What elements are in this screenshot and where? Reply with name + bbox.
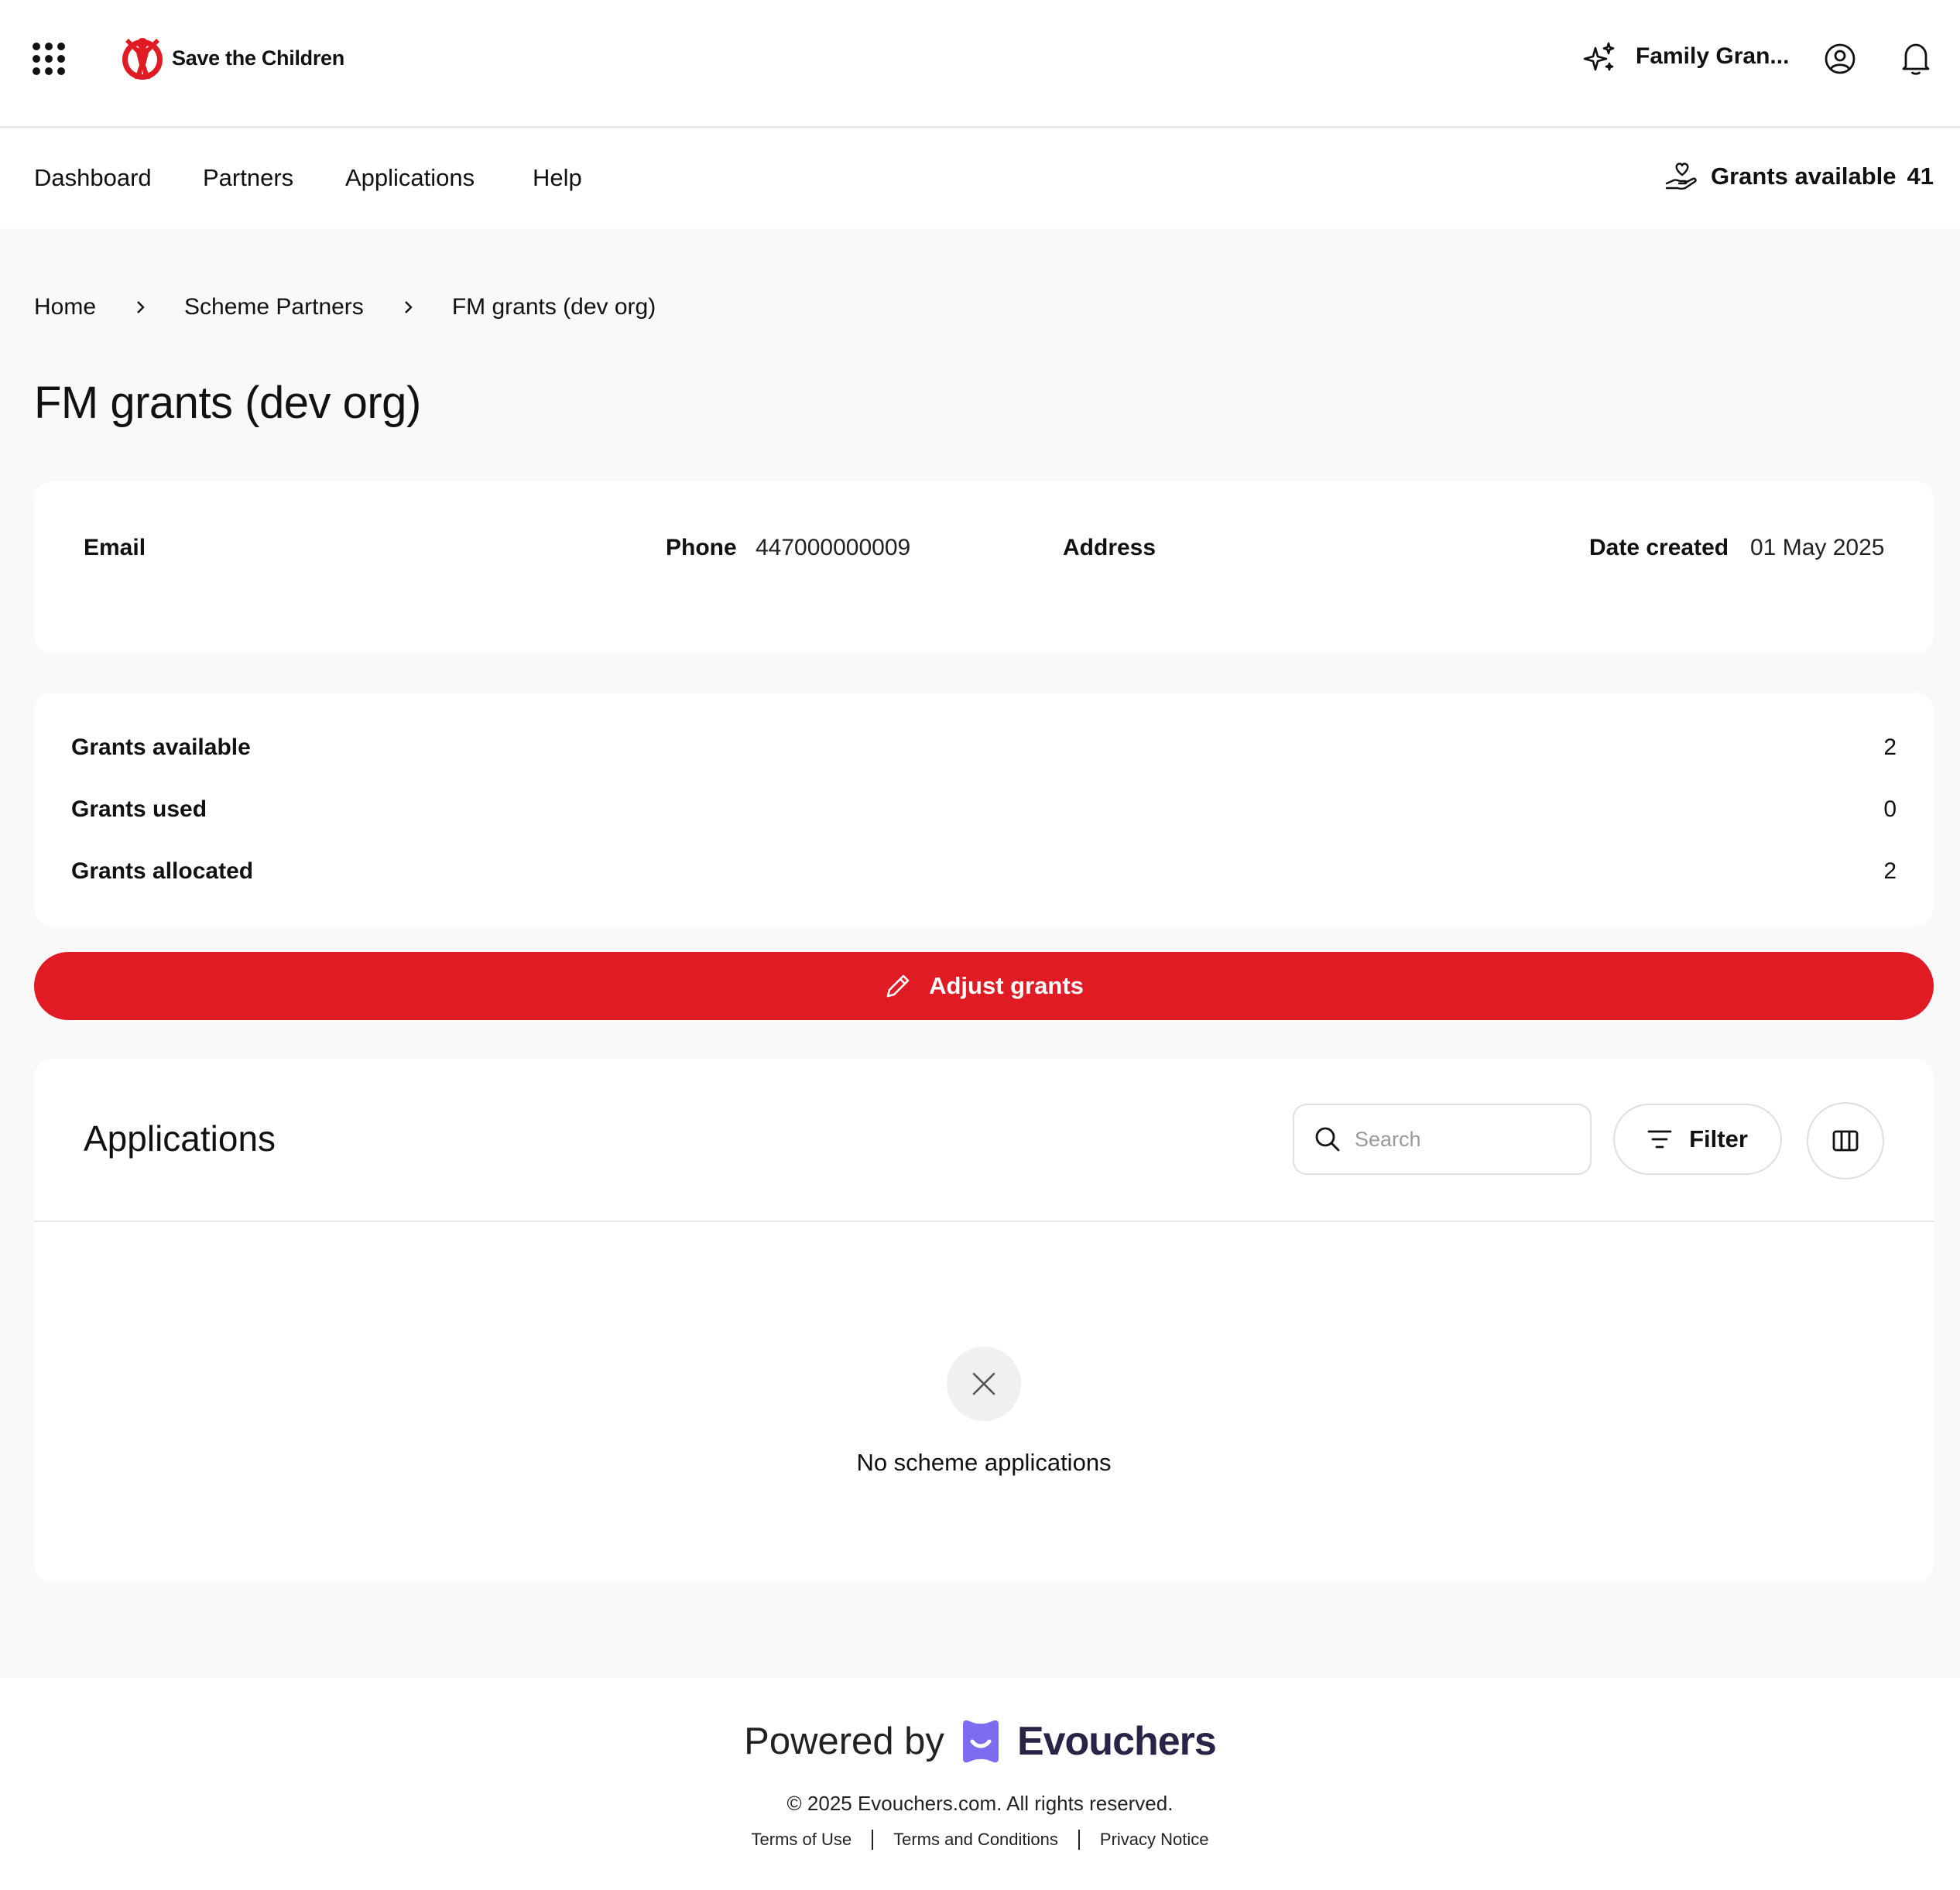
- phone-value: 447000000009: [756, 535, 911, 560]
- empty-state-text: No scheme applications: [856, 1449, 1112, 1476]
- columns-toggle-button[interactable]: [1807, 1102, 1884, 1180]
- close-icon: [972, 1372, 995, 1395]
- stat-row: Grants used 0: [71, 793, 1897, 827]
- filter-button[interactable]: Filter: [1613, 1104, 1782, 1175]
- breadcrumb-home[interactable]: Home: [34, 294, 96, 320]
- stat-row: Grants allocated 2: [71, 854, 1897, 889]
- phone-label: Phone: [666, 535, 737, 560]
- grants-available-summary: Grants available 41: [1664, 160, 1934, 193]
- divider: [34, 1221, 1934, 1222]
- powered-by: Powered by Evouchers: [0, 1718, 1960, 1765]
- copyright: © 2025 Evouchers.com. All rights reserve…: [786, 1792, 1174, 1815]
- page-title: FM grants (dev org): [34, 378, 421, 428]
- main-nav: Dashboard Partners Applications Help Gra…: [0, 129, 1960, 228]
- terms-and-conditions-link[interactable]: Terms and Conditions: [893, 1830, 1058, 1850]
- grants-available-label: Grants available: [1711, 163, 1897, 190]
- save-the-children-logo[interactable]: Save the Children: [119, 34, 344, 82]
- top-bar: Save the Children Family Gran...: [0, 0, 1960, 128]
- privacy-notice-link[interactable]: Privacy Notice: [1100, 1830, 1209, 1850]
- columns-icon: [1832, 1130, 1859, 1152]
- partner-info-card: Email Phone 447000000009 Address Date cr…: [34, 481, 1934, 653]
- breadcrumb-scheme-partners[interactable]: Scheme Partners: [184, 294, 364, 320]
- organization-switcher[interactable]: Family Gran...: [1636, 43, 1789, 70]
- breadcrumb: Home Scheme Partners FM grants (dev org): [34, 294, 656, 320]
- bell-icon[interactable]: [1900, 41, 1932, 77]
- grants-stats-card: Grants available 2 Grants used 0 Grants …: [34, 693, 1934, 926]
- empty-state-icon: [947, 1347, 1021, 1421]
- logo-text: Save the Children: [172, 46, 344, 70]
- divider: [872, 1830, 874, 1850]
- adjust-grants-button[interactable]: Adjust grants: [34, 952, 1934, 1020]
- chevron-right-icon: [137, 301, 145, 313]
- filter-icon: [1647, 1130, 1672, 1149]
- filter-label: Filter: [1689, 1125, 1748, 1152]
- evouchers-brand[interactable]: Evouchers: [1017, 1718, 1217, 1765]
- stat-label: Grants used: [71, 796, 207, 822]
- search-box[interactable]: [1293, 1104, 1592, 1175]
- user-icon[interactable]: [1824, 43, 1856, 75]
- powered-by-label: Powered by: [744, 1721, 944, 1762]
- evouchers-logo-icon: [962, 1720, 999, 1763]
- applications-title: Applications: [84, 1118, 276, 1159]
- stat-row: Grants available 2: [71, 731, 1897, 765]
- address-label: Address: [1063, 535, 1156, 560]
- stat-value: 2: [1883, 858, 1897, 884]
- search-icon: [1315, 1127, 1340, 1152]
- save-the-children-emblem-icon: [122, 38, 163, 80]
- sparkle-icon[interactable]: [1581, 40, 1617, 76]
- divider: [1078, 1830, 1080, 1850]
- email-label: Email: [84, 535, 146, 560]
- nav-dashboard[interactable]: Dashboard: [34, 164, 152, 192]
- date-created-value: 01 May 2025: [1750, 535, 1885, 560]
- footer-links: Terms of Use Terms and Conditions Privac…: [0, 1830, 1960, 1850]
- date-created-label: Date created: [1589, 535, 1729, 560]
- nav-help[interactable]: Help: [533, 164, 582, 192]
- stat-value: 0: [1883, 796, 1897, 822]
- breadcrumb-current: FM grants (dev org): [451, 294, 656, 320]
- chevron-right-icon: [404, 301, 413, 313]
- applications-card: Applications Filter No scheme applicatio…: [34, 1059, 1934, 1582]
- stat-label: Grants allocated: [71, 858, 254, 884]
- terms-of-use-link[interactable]: Terms of Use: [752, 1830, 852, 1850]
- grants-available-count: 41: [1907, 163, 1934, 190]
- footer: Powered by Evouchers © 2025 Evouchers.co…: [0, 1678, 1960, 1890]
- stat-value: 2: [1883, 734, 1897, 760]
- search-input[interactable]: [1355, 1127, 1556, 1152]
- hand-heart-icon: [1665, 163, 1697, 190]
- adjust-grants-label: Adjust grants: [929, 972, 1084, 999]
- nav-partners[interactable]: Partners: [203, 164, 293, 192]
- apps-grid-icon[interactable]: [33, 43, 65, 75]
- pencil-icon: [886, 974, 910, 998]
- stat-label: Grants available: [71, 734, 251, 760]
- nav-applications[interactable]: Applications: [345, 164, 475, 192]
